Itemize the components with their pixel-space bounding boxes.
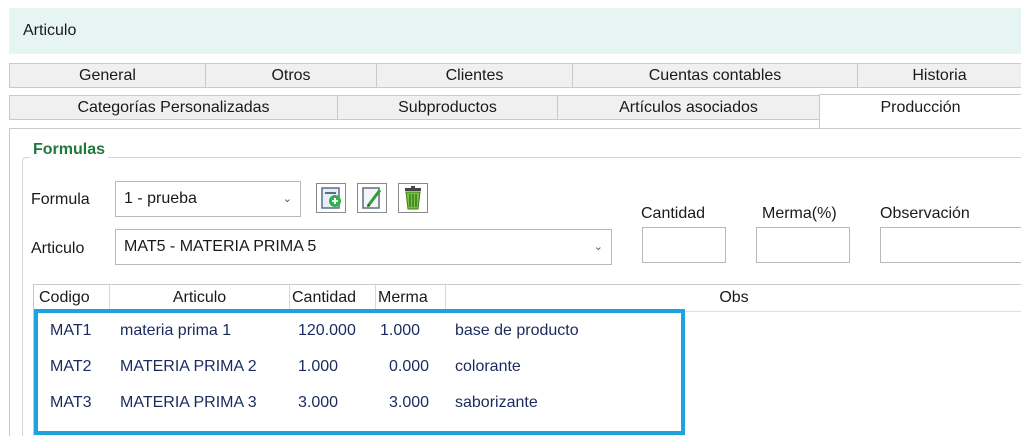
new-formula-button[interactable]: [316, 183, 346, 213]
cell-cantidad: 1.000: [298, 358, 339, 375]
delete-formula-button[interactable]: [398, 183, 428, 213]
merma-label: Merma(%): [762, 205, 837, 222]
formula-select[interactable]: 1 - prueba ⌄: [115, 181, 301, 217]
column-header-codigo[interactable]: Codigo: [34, 285, 110, 311]
tab-cuentas-contables[interactable]: Cuentas contables: [572, 63, 857, 88]
column-header-obs[interactable]: Obs: [446, 285, 1021, 311]
cell-codigo: MAT1: [50, 322, 92, 339]
merma-input[interactable]: [756, 227, 850, 263]
table-row[interactable]: MAT1 materia prima 1 120.000 1.000 base …: [34, 313, 1021, 349]
table-row[interactable]: MAT3 MATERIA PRIMA 3 3.000 3.000 saboriz…: [34, 385, 1021, 421]
column-header-merma[interactable]: Merma: [376, 285, 446, 311]
articulo-select[interactable]: MAT5 - MATERIA PRIMA 5 ⌄: [115, 229, 612, 265]
cell-cantidad: 120.000: [298, 322, 356, 339]
new-formula-icon: [321, 187, 341, 209]
cell-articulo: materia prima 1: [120, 322, 232, 339]
column-header-cantidad[interactable]: Cantidad: [290, 285, 376, 311]
articulo-select-value: MAT5 - MATERIA PRIMA 5: [124, 238, 317, 255]
cantidad-label: Cantidad: [641, 205, 706, 222]
chevron-down-icon: ⌄: [282, 192, 292, 205]
cell-articulo: MATERIA PRIMA 3: [120, 394, 257, 411]
tab-row-top: General Otros Clientes Cuentas contables…: [9, 63, 1021, 88]
tab-produccion[interactable]: Producción: [819, 94, 1021, 128]
formula-items-grid: Codigo Articulo Cantidad Merma Obs MAT1 …: [33, 284, 1021, 436]
column-header-articulo[interactable]: Articulo: [110, 285, 290, 311]
articulo-window: Articulo General Otros Clientes Cuentas …: [9, 8, 1021, 436]
cell-obs: colorante: [455, 358, 521, 375]
cell-obs: saborizante: [455, 394, 538, 411]
edit-formula-button[interactable]: [357, 183, 387, 213]
cell-merma: 1.000: [380, 322, 421, 339]
tab-subproductos[interactable]: Subproductos: [337, 95, 557, 120]
cell-obs: base de producto: [455, 322, 579, 339]
cantidad-input[interactable]: [642, 227, 726, 263]
delete-formula-icon: [405, 186, 421, 210]
tab-label: Cuentas contables: [648, 66, 782, 84]
edit-formula-icon: [362, 187, 382, 209]
formula-select-value: 1 - prueba: [124, 190, 197, 207]
tab-clientes[interactable]: Clientes: [376, 63, 572, 88]
observacion-input[interactable]: [880, 227, 1021, 263]
cell-cantidad: 3.000: [298, 394, 339, 411]
table-row[interactable]: MAT2 MATERIA PRIMA 2 1.000 0.000 coloran…: [34, 349, 1021, 385]
tab-label: Historia: [912, 66, 967, 84]
formulas-group-title: Formulas: [30, 141, 109, 159]
tab-label: Clientes: [445, 66, 504, 84]
cell-merma: 3.000: [389, 394, 430, 411]
grid-header: Codigo Articulo Cantidad Merma Obs: [34, 285, 1021, 312]
title-bar: Articulo: [9, 8, 1021, 54]
tab-general[interactable]: General: [9, 63, 205, 88]
tab-label: Producción: [880, 99, 961, 116]
tab-label: Artículos asociados: [619, 98, 758, 116]
tab-label: Subproductos: [398, 98, 497, 116]
tab-label: Categorías Personalizadas: [77, 98, 270, 116]
cell-codigo: MAT2: [50, 358, 92, 375]
window-title: Articulo: [23, 22, 77, 39]
tab-articulos-asociados[interactable]: Artículos asociados: [557, 95, 819, 120]
tab-row-bottom: Categorías Personalizadas Subproductos A…: [9, 94, 1021, 128]
tab-categorias-personalizadas[interactable]: Categorías Personalizadas: [9, 95, 337, 120]
tab-label: Otros: [271, 66, 311, 84]
cell-merma: 0.000: [389, 358, 430, 375]
chevron-down-icon: ⌄: [593, 240, 603, 253]
articulo-label: Articulo: [31, 240, 85, 257]
observacion-label: Observación: [880, 205, 970, 222]
cell-codigo: MAT3: [50, 394, 92, 411]
formula-label: Formula: [31, 191, 90, 208]
tab-otros[interactable]: Otros: [205, 63, 376, 88]
cell-articulo: MATERIA PRIMA 2: [120, 358, 257, 375]
tab-label: General: [79, 66, 136, 84]
tab-historia[interactable]: Historia: [857, 63, 1021, 88]
